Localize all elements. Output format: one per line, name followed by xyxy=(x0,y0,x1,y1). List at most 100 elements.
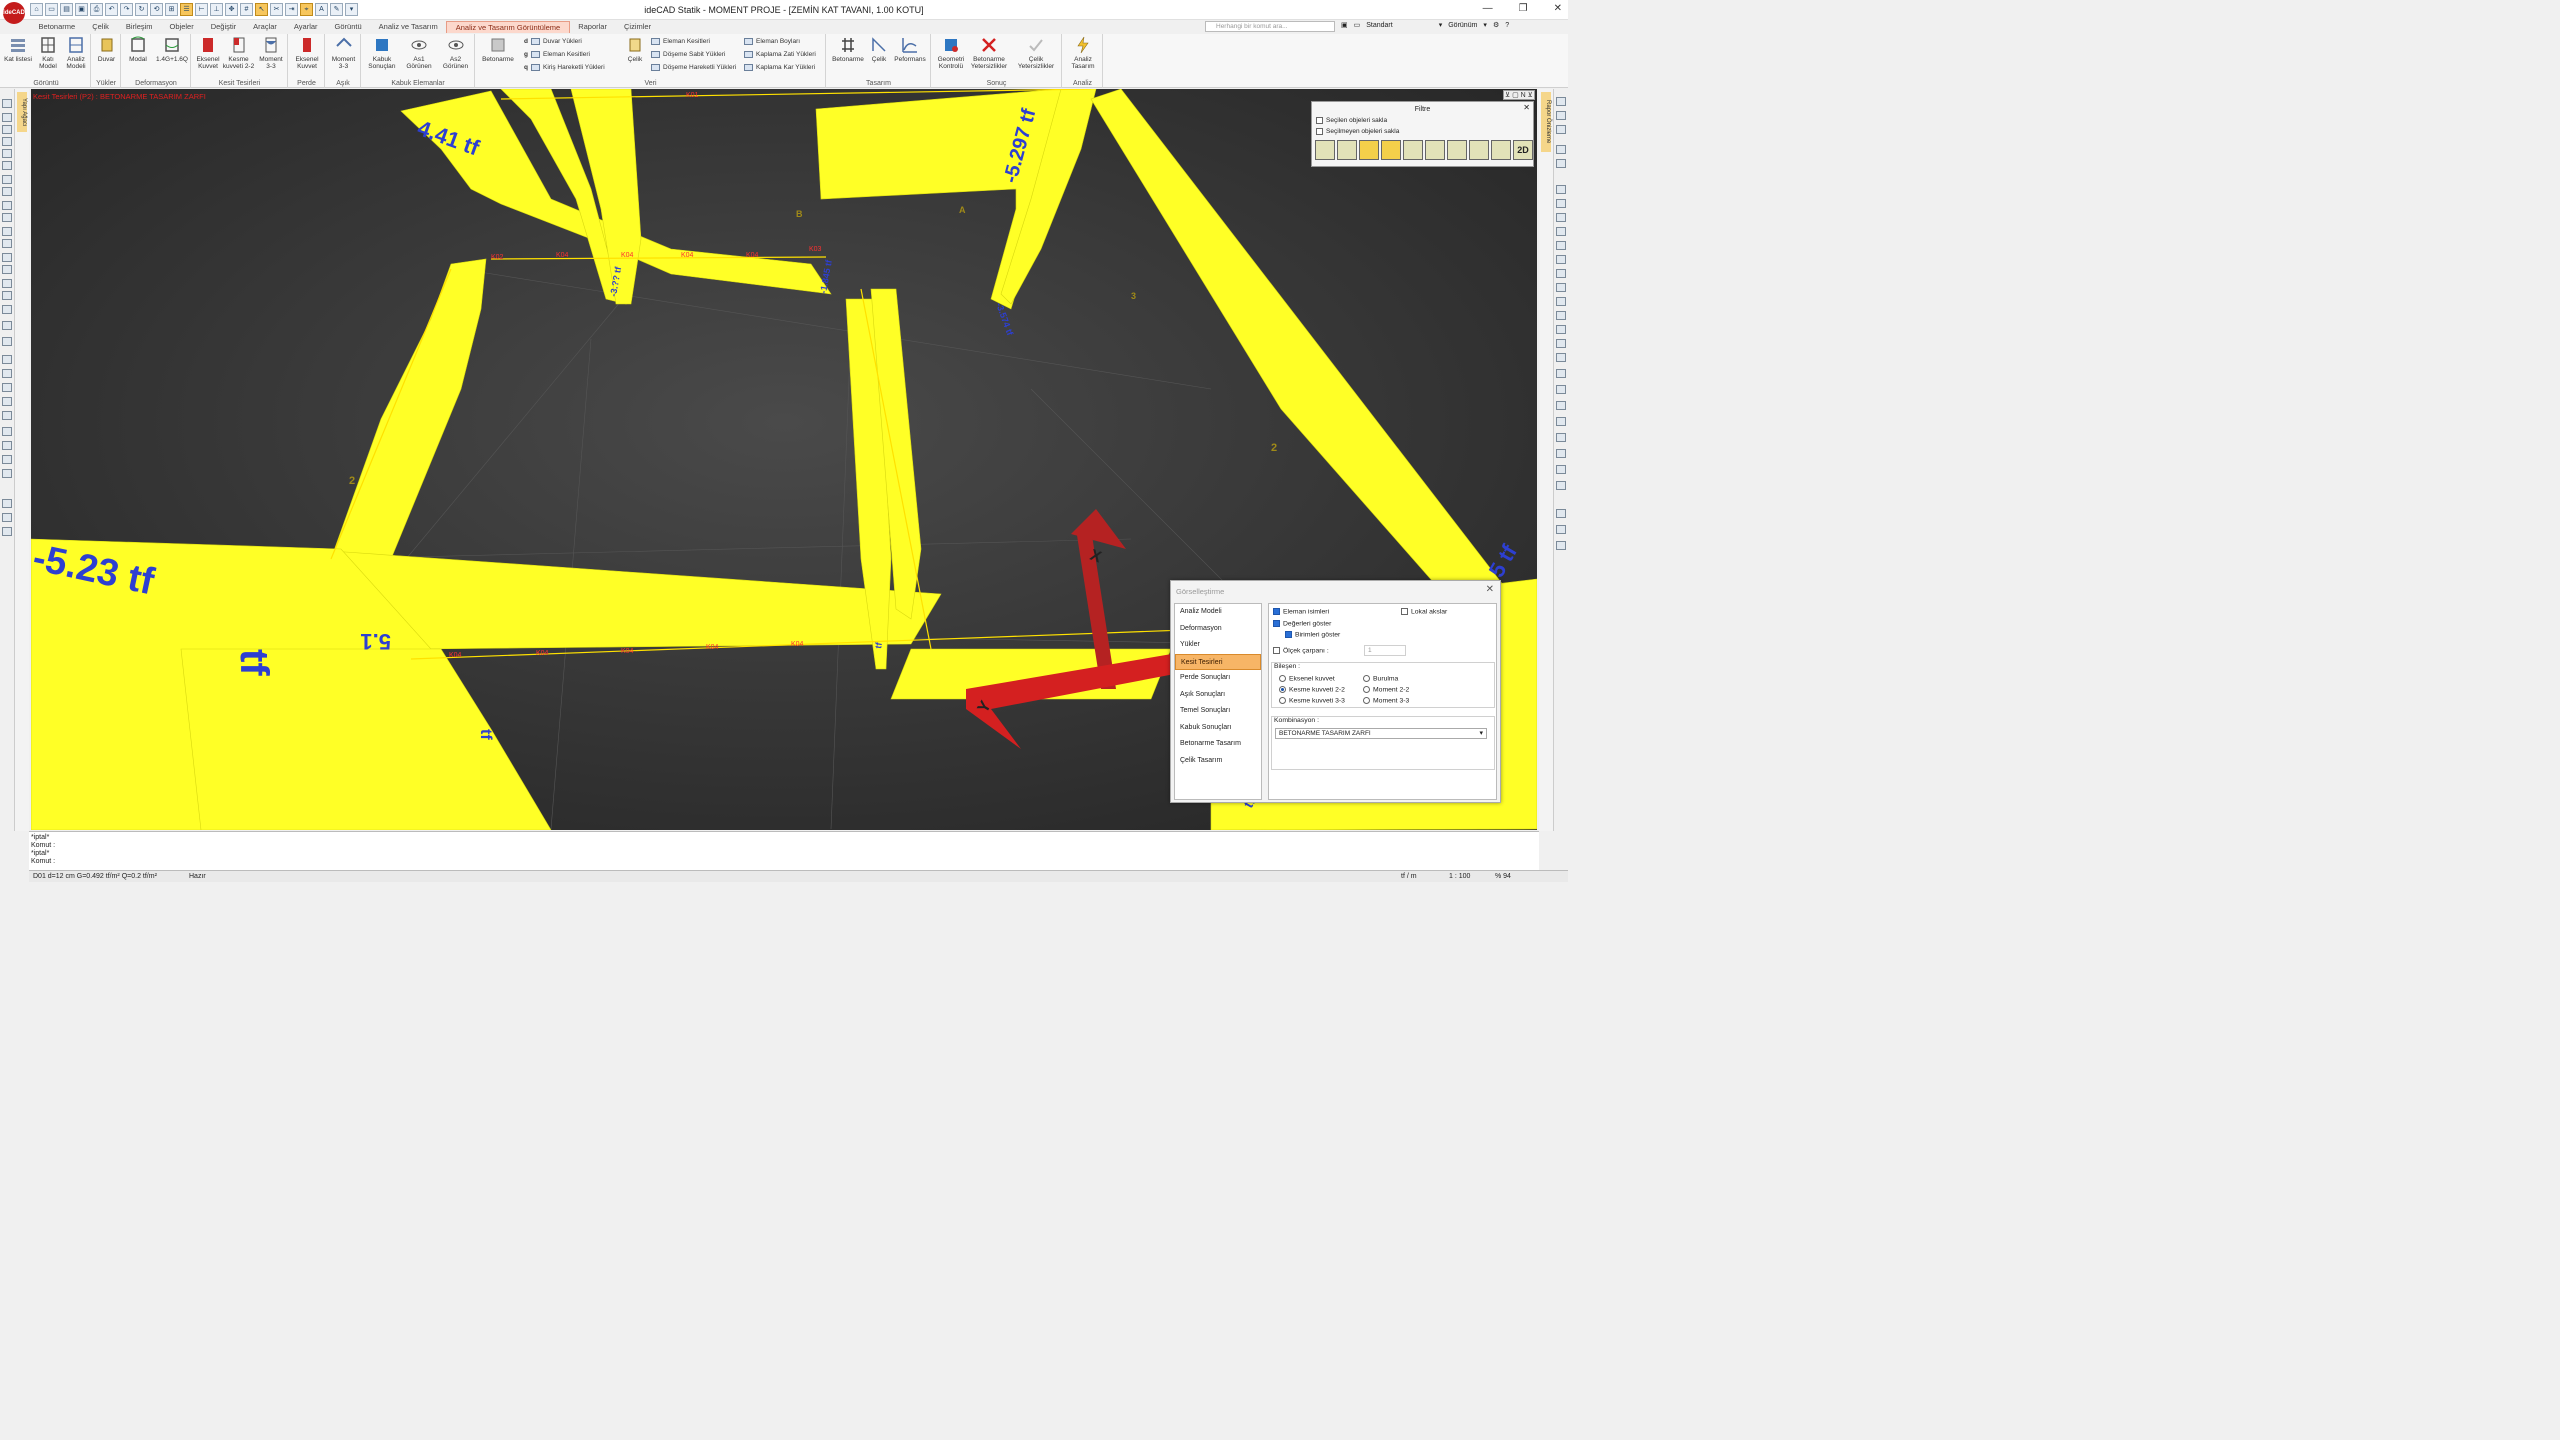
tab-degistir[interactable]: Değiştir xyxy=(202,21,244,33)
nav-celik-tasarim[interactable]: Çelik Tasarım xyxy=(1175,753,1261,770)
app-logo[interactable]: ideCAD xyxy=(3,2,25,24)
as1-gorunen-button[interactable]: As1 Görünen xyxy=(402,36,436,70)
tool-plan-icon[interactable] xyxy=(2,499,12,508)
filter-column-button[interactable] xyxy=(1315,140,1335,160)
close-icon[interactable]: ✕ xyxy=(1523,103,1530,112)
panel-toggle-icon[interactable]: ▣ xyxy=(1341,21,1348,29)
redo-icon[interactable]: ↷ xyxy=(120,3,133,16)
view-menu[interactable]: Görünüm xyxy=(1448,22,1477,29)
checkbox[interactable] xyxy=(1316,128,1323,135)
filter-option-unselected[interactable]: Seçilmeyen objeleri sakla xyxy=(1316,128,1399,135)
draw-point-icon[interactable] xyxy=(1556,433,1566,442)
olcek-carpani-option[interactable]: Ölçek çarpanı : xyxy=(1273,647,1329,654)
tool-pile-icon[interactable] xyxy=(2,213,12,222)
close-button[interactable]: ✕ xyxy=(1554,3,1562,14)
nav-kabuk-sonuclari[interactable]: Kabuk Sonuçları xyxy=(1175,720,1261,737)
tool-axis-icon[interactable] xyxy=(2,355,12,364)
nav-kesit-tesirleri[interactable]: Kesit Tesirleri xyxy=(1175,653,1261,670)
kat-listesi-button[interactable]: Kat listesi xyxy=(4,36,32,63)
checkbox[interactable] xyxy=(1316,117,1323,124)
snap-icon[interactable]: ⌖ xyxy=(300,3,313,16)
tool-window-icon[interactable] xyxy=(2,187,12,196)
perde-eksenel-button[interactable]: Eksenel Kuvvet xyxy=(291,36,323,70)
draw-rotate-icon[interactable] xyxy=(1556,185,1566,194)
kiris-hareketli-button[interactable]: q Kiriş Hareketli Yükleri xyxy=(524,64,605,71)
chevron-down-icon[interactable]: ▾ xyxy=(1483,21,1487,29)
filter-beam-button[interactable] xyxy=(1359,140,1379,160)
birimleri-goster-option[interactable]: Birimleri göster xyxy=(1285,631,1340,638)
kati-model-button[interactable]: Katı Model xyxy=(34,36,62,70)
layers-icon[interactable]: ☰ xyxy=(180,3,193,16)
radio[interactable] xyxy=(1363,675,1370,682)
print-icon[interactable]: ⎙ xyxy=(90,3,103,16)
tool-measure-icon[interactable] xyxy=(2,527,12,536)
close-icon[interactable]: ✕ xyxy=(1486,584,1494,595)
checkbox[interactable] xyxy=(1401,608,1408,615)
draw-block-icon[interactable] xyxy=(1556,449,1566,458)
tab-objeler[interactable]: Objeler xyxy=(161,21,202,33)
tool-column-icon[interactable] xyxy=(2,113,12,122)
draw-text-icon[interactable] xyxy=(1556,339,1566,348)
draw-layer-icon[interactable] xyxy=(1556,481,1566,490)
moment-33-radio[interactable]: Moment 3-3 xyxy=(1363,697,1409,704)
draw-array-icon[interactable] xyxy=(1556,269,1566,278)
olcek-input[interactable]: 1 xyxy=(1364,645,1406,656)
veri-celik-button[interactable]: Çelik xyxy=(622,36,648,63)
filter-section-button[interactable] xyxy=(1491,140,1511,160)
tool-purlin-icon[interactable] xyxy=(2,291,12,300)
trim-icon[interactable]: ✂ xyxy=(270,3,283,16)
eleman-kesitleri-button-1[interactable]: g Eleman Kesitleri xyxy=(524,51,590,58)
tool-beam-icon[interactable] xyxy=(2,125,12,134)
degerleri-goster-option[interactable]: Değerleri göster xyxy=(1273,620,1331,627)
style-select[interactable]: Standart xyxy=(1366,22,1392,29)
pen-icon[interactable]: ✎ xyxy=(330,3,343,16)
draw-rect-icon[interactable] xyxy=(1556,385,1566,394)
draw-ellipse-icon[interactable] xyxy=(1556,369,1566,378)
filter-wall-button[interactable] xyxy=(1337,140,1357,160)
duvar-yukleri-button[interactable]: d Duvar Yükleri xyxy=(524,38,582,45)
tab-analiz-tasarim[interactable]: Analiz ve Tasarım xyxy=(370,21,446,33)
tool-elevation-icon[interactable] xyxy=(2,411,12,420)
draw-spline-icon[interactable] xyxy=(1556,417,1566,426)
doseme-hareketli-button[interactable]: Döşeme Hareketli Yükleri xyxy=(651,64,736,71)
nav-deformasyon[interactable]: Deformasyon xyxy=(1175,621,1261,638)
tool-stirrup-icon[interactable] xyxy=(2,441,12,450)
radio-selected[interactable] xyxy=(1279,686,1286,693)
text-style-icon[interactable]: A xyxy=(315,3,328,16)
checkbox-checked[interactable] xyxy=(1285,631,1292,638)
eksenel-kuvvet-button[interactable]: Eksenel Kuvvet xyxy=(194,36,222,70)
draw-offset-icon[interactable] xyxy=(1556,241,1566,250)
nav-betonarme-tasarim[interactable]: Betonarme Tasarım xyxy=(1175,736,1261,753)
tool-load-icon[interactable] xyxy=(2,321,12,330)
lokal-akslar-option[interactable]: Lokal akslar xyxy=(1401,608,1447,615)
checkbox[interactable] xyxy=(1273,647,1280,654)
status-scale[interactable]: 1 : 100 xyxy=(1449,871,1470,882)
draw-move-icon[interactable] xyxy=(1556,283,1566,292)
select-icon[interactable]: ↖ xyxy=(255,3,268,16)
tool-foundation-icon[interactable] xyxy=(2,201,12,210)
undo-icon[interactable]: ↶ xyxy=(105,3,118,16)
veri-betonarme-button[interactable]: Betonarme xyxy=(478,36,518,63)
filter-3d-button[interactable] xyxy=(1425,140,1445,160)
yapi-agaci-tab[interactable]: Yapı Ağacı xyxy=(17,92,27,132)
refresh-icon[interactable]: ↻ xyxy=(135,3,148,16)
draw-stretch-icon[interactable] xyxy=(1556,325,1566,334)
draw-mirror-icon[interactable] xyxy=(1556,199,1566,208)
window-toggle-icon[interactable]: ▭ xyxy=(1354,21,1361,29)
tab-birlesim[interactable]: Birleşim xyxy=(117,21,161,33)
status-zoom[interactable]: % 94 xyxy=(1495,871,1511,882)
tool-binoculars-icon[interactable] xyxy=(2,337,12,346)
tab-raporlar[interactable]: Raporlar xyxy=(570,21,616,33)
tool-slab-icon[interactable] xyxy=(2,149,12,158)
eleman-isimleri-option[interactable]: Eleman isimleri xyxy=(1273,608,1329,615)
as2-gorunen-button[interactable]: As2 Görünen xyxy=(438,36,473,70)
kesme-kuvveti-22-radio[interactable]: Kesme kuvveti 2-2 xyxy=(1279,686,1345,693)
eleman-boylari-button[interactable]: Eleman Boyları xyxy=(744,38,800,45)
tool-wall-icon[interactable] xyxy=(2,137,12,146)
rapor-onizleme-tab[interactable]: Rapor Önizleme xyxy=(1541,92,1551,152)
draw-arc-icon[interactable] xyxy=(1556,145,1566,154)
duvar-button[interactable]: Duvar xyxy=(93,36,120,63)
filter-slab-button[interactable] xyxy=(1381,140,1401,160)
dimension-icon[interactable]: ⊢ xyxy=(195,3,208,16)
draw-polyline-icon[interactable] xyxy=(1556,125,1566,134)
